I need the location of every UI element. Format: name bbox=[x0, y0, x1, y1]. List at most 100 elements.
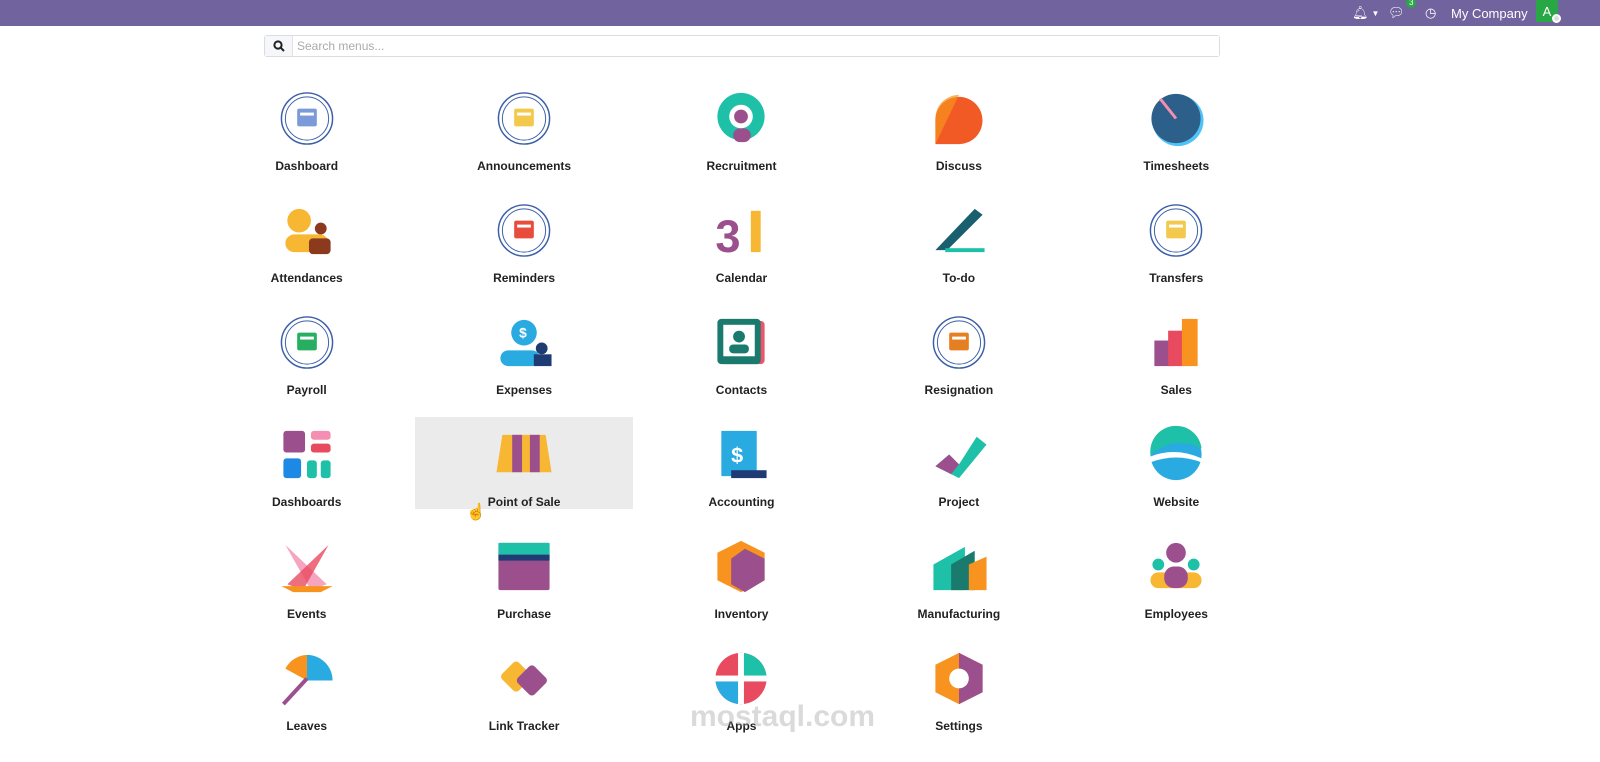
dashboards-dashboards-icon bbox=[283, 430, 331, 479]
app-accounting[interactable]: $ Accounting bbox=[633, 417, 850, 509]
notifications-button[interactable]: 🔔︎ ▼ bbox=[1352, 0, 1379, 26]
app-label: Timesheets bbox=[1143, 159, 1210, 173]
project-project-icon bbox=[935, 436, 987, 479]
app-resignation[interactable]: Resignation bbox=[850, 305, 1067, 397]
app-label: Expenses bbox=[496, 383, 553, 397]
mfg-manufacturing-icon bbox=[933, 546, 987, 591]
app-label: Employees bbox=[1144, 607, 1208, 621]
settings-settings-icon bbox=[935, 652, 983, 705]
employees-employees-icon bbox=[1150, 542, 1202, 589]
app-label: Purchase bbox=[497, 607, 552, 621]
status-dot bbox=[1552, 14, 1561, 23]
app-discuss[interactable]: Discuss bbox=[850, 81, 1067, 173]
calendar-calendar-icon: 3 bbox=[716, 210, 762, 260]
todo-to-do-icon bbox=[935, 208, 985, 253]
sales-sales-icon bbox=[1154, 318, 1198, 367]
app-project[interactable]: Project bbox=[850, 417, 1067, 509]
app-dashboards[interactable]: Dashboards bbox=[198, 417, 415, 509]
app-leaves[interactable]: Leaves bbox=[198, 641, 415, 733]
app-employees[interactable]: Employees bbox=[1068, 529, 1285, 621]
app-label: Inventory bbox=[714, 607, 769, 621]
inventory-inventory-icon bbox=[717, 540, 766, 593]
attend-attendances-icon bbox=[285, 208, 331, 255]
app-settings[interactable]: Settings bbox=[850, 641, 1067, 733]
ring-transfers-icon bbox=[1149, 204, 1203, 257]
bell-icon: 🔔︎ bbox=[1352, 5, 1369, 20]
messages-button[interactable]: 💬︎ 3 bbox=[1388, 0, 1417, 26]
app-label: Calendar bbox=[715, 271, 768, 285]
app-purchase[interactable]: Purchase bbox=[415, 529, 632, 621]
timesheet-timesheets-icon bbox=[1151, 93, 1204, 147]
events-events-icon bbox=[281, 544, 333, 593]
app-label: Attendances bbox=[270, 271, 343, 285]
app-timesheets[interactable]: Timesheets bbox=[1068, 81, 1285, 173]
app-dashboard[interactable]: Dashboard bbox=[198, 81, 415, 173]
top-navbar: 🔔︎ ▼ 💬︎ 3 ◷ My Company A bbox=[0, 0, 1600, 26]
app-label: Payroll bbox=[286, 383, 327, 397]
app-calendar[interactable]: 3 Calendar bbox=[633, 193, 850, 285]
app-label: Reminders bbox=[493, 271, 556, 285]
caret-down-icon: ▼ bbox=[1371, 8, 1380, 18]
app-label: Contacts bbox=[715, 383, 768, 397]
user-avatar[interactable]: A bbox=[1536, 0, 1561, 23]
app-to-do[interactable]: To-do bbox=[850, 193, 1067, 285]
app-link-tracker[interactable]: Link Tracker bbox=[415, 641, 632, 733]
app-label: Website bbox=[1153, 495, 1200, 509]
watermark: mostaql.com bbox=[690, 700, 876, 733]
app-transfers[interactable]: Transfers bbox=[1068, 193, 1285, 285]
search-icon[interactable] bbox=[265, 36, 293, 56]
app-attendances[interactable]: Attendances bbox=[198, 193, 415, 285]
chat-icon: 💬︎ bbox=[1388, 5, 1405, 20]
app-label: Discuss bbox=[935, 159, 982, 173]
app-announcements[interactable]: Announcements bbox=[415, 81, 632, 173]
app-label: Dashboards bbox=[272, 495, 342, 509]
svg-text:$: $ bbox=[732, 442, 744, 467]
app-label: Accounting bbox=[708, 495, 775, 509]
pos-point-of-sale-icon bbox=[496, 434, 552, 473]
app-label: Leaves bbox=[286, 719, 328, 733]
app-recruitment[interactable]: Recruitment bbox=[633, 81, 850, 173]
app-label: Settings bbox=[935, 719, 983, 733]
svg-text:3: 3 bbox=[716, 211, 741, 260]
app-inventory[interactable]: Inventory bbox=[633, 529, 850, 621]
ring-announcements-icon bbox=[497, 92, 551, 145]
app-label: Project bbox=[938, 495, 980, 509]
search-input[interactable] bbox=[293, 36, 1219, 56]
app-label: Resignation bbox=[924, 383, 994, 397]
app-label: Transfers bbox=[1149, 271, 1204, 285]
app-website[interactable]: Website bbox=[1068, 417, 1285, 509]
app-events[interactable]: Events bbox=[198, 529, 415, 621]
app-expenses[interactable]: $ Expenses bbox=[415, 305, 632, 397]
recruit-recruitment-icon bbox=[717, 92, 766, 143]
purchase-purchase-icon bbox=[498, 542, 550, 591]
leaves-leaves-icon bbox=[281, 654, 333, 706]
app-label: To-do bbox=[942, 271, 976, 285]
activity-button[interactable]: ◷ bbox=[1425, 0, 1436, 26]
hand-cursor-icon: ☝ bbox=[466, 504, 486, 521]
app-label: Events bbox=[287, 607, 327, 621]
search-bar bbox=[264, 35, 1220, 57]
company-switcher[interactable]: My Company bbox=[1451, 0, 1528, 26]
app-label: Point of Sale bbox=[487, 495, 561, 509]
app-label: Link Tracker bbox=[488, 719, 560, 733]
apps-grid: Dashboard Announcements Recruitment Discuss… bbox=[198, 81, 1285, 733]
app-point-of-sale[interactable]: Point of Sale bbox=[415, 417, 633, 509]
app-label: Sales bbox=[1160, 383, 1192, 397]
app-label: Manufacturing bbox=[917, 607, 1001, 621]
ring-payroll-icon bbox=[280, 316, 333, 369]
website-website-icon bbox=[1150, 425, 1202, 481]
contacts-contacts-icon bbox=[717, 318, 766, 365]
app-payroll[interactable]: Payroll bbox=[198, 305, 415, 397]
app-sales[interactable]: Sales bbox=[1068, 305, 1285, 397]
clock-icon: ◷ bbox=[1425, 5, 1437, 20]
ring-reminders-icon bbox=[497, 204, 551, 257]
ring-dashboard-icon bbox=[280, 92, 333, 145]
messages-count-badge: 3 bbox=[1406, 0, 1417, 8]
link-link-tracker-icon bbox=[501, 661, 548, 696]
app-label: Announcements bbox=[477, 159, 572, 173]
app-manufacturing[interactable]: Manufacturing bbox=[850, 529, 1067, 621]
app-contacts[interactable]: Contacts bbox=[633, 305, 850, 397]
app-label: Recruitment bbox=[706, 159, 777, 173]
svg-text:$: $ bbox=[519, 326, 527, 341]
app-reminders[interactable]: Reminders bbox=[415, 193, 632, 285]
